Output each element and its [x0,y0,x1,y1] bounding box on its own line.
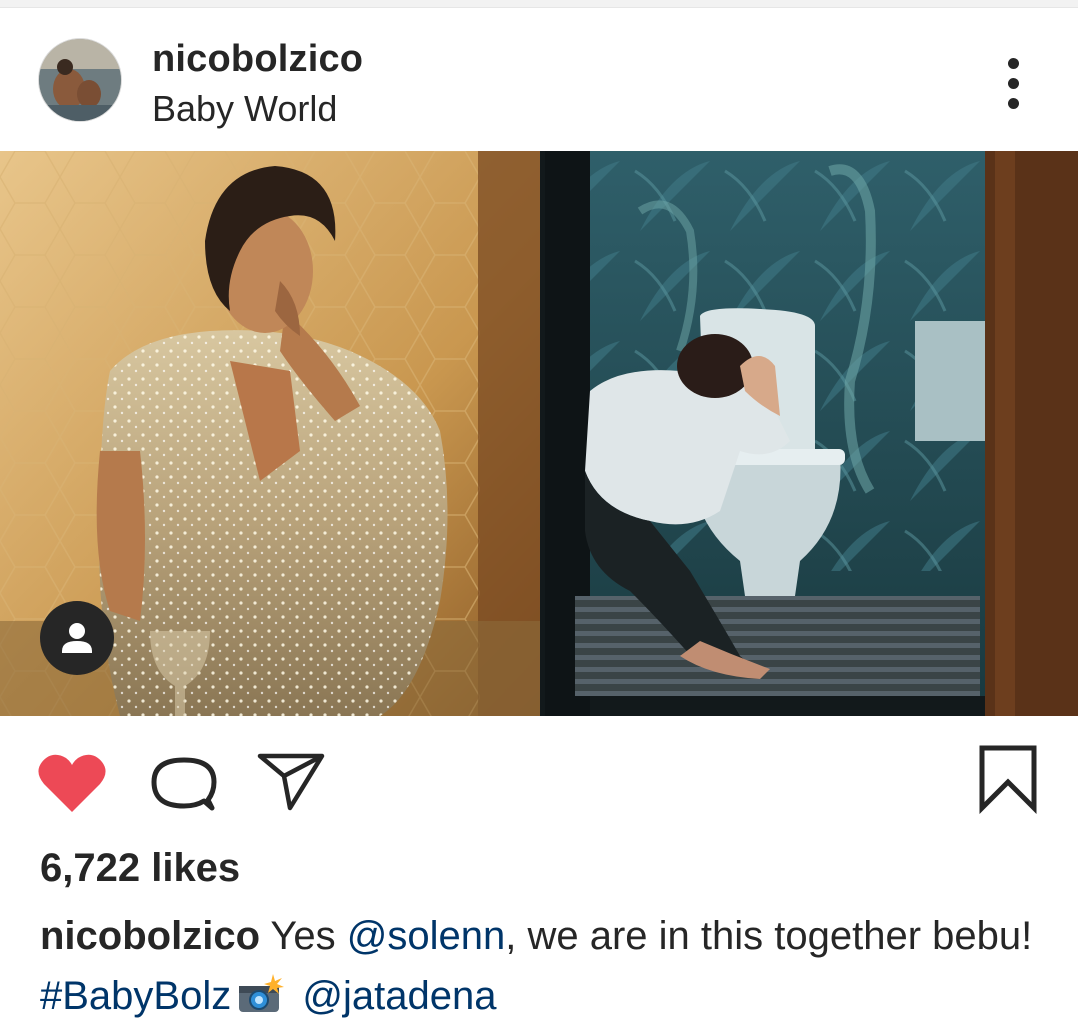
like-button[interactable] [36,752,108,814]
camera-flash-icon [239,974,285,1012]
paper-plane-icon [257,753,325,811]
heart-icon [38,754,106,812]
post-photo[interactable] [0,151,1078,716]
dot [1008,98,1019,109]
save-button[interactable] [976,744,1042,815]
caption-text: Yes [270,914,347,958]
share-button[interactable] [256,750,326,812]
likes-count[interactable]: 6,722 likes [40,846,240,891]
top-divider [0,0,1078,8]
avatar[interactable] [38,38,122,122]
bookmark-icon [979,745,1037,815]
user-tag-button[interactable] [40,601,114,675]
post-location[interactable]: Baby World [152,88,337,130]
person-icon [62,623,92,653]
mention-link[interactable]: @jatadena [302,974,496,1018]
post-username[interactable]: nicobolzico [152,38,363,81]
comment-button[interactable] [148,752,218,814]
more-vertical-icon[interactable] [998,58,1030,112]
caption-username[interactable]: nicobolzico [40,914,260,958]
hashtag-link[interactable]: #BabyBolz [40,974,231,1018]
mention-link[interactable]: @solenn [347,914,505,958]
caption-text: , we are in this together bebu! [505,914,1033,958]
post-header: nicobolzico Baby World [0,8,1078,151]
comment-icon [151,757,217,811]
caption-text [291,974,302,1018]
post-caption: nicobolzico Yes @solenn, we are in this … [40,906,1050,1026]
dot [1008,58,1019,69]
dot [1008,78,1019,89]
